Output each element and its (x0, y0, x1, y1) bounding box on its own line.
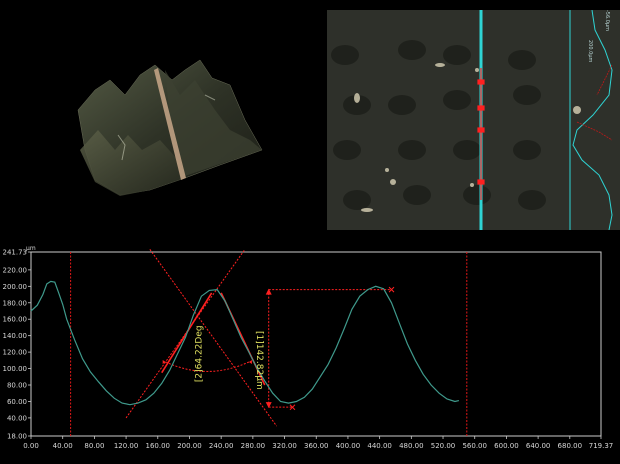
plot-area-frame (30, 251, 602, 437)
x-tick-label: 400.00 (336, 442, 361, 450)
y-tick-label: 18.00 (7, 433, 27, 441)
microscope-texture: 200.0μm -56.0μm (327, 10, 620, 230)
reference-point-mark[interactable] (388, 286, 395, 293)
angle-measurement-label: [2]64.22Deg (194, 325, 204, 382)
y-tick-label: 120.00 (3, 349, 28, 357)
y-tick-label: 100.00 (3, 365, 28, 373)
x-axis-ticks: 0.00 40.00 80.00 120.00 160.00 200.00 240.00 28… (23, 436, 613, 450)
microscope-image-view[interactable]: 200.0μm -56.0μm (327, 10, 620, 230)
y-tick-label: 180.00 (3, 299, 28, 307)
x-tick-label: 0.00 (23, 442, 39, 450)
profile-chart-panel[interactable]: μm 241.73 220.00 200.00 180.00 160.00 140.00 1… (0, 242, 620, 464)
x-tick-label: 360.00 (304, 442, 329, 450)
profile-strip-max-label: 200.0μm (587, 40, 593, 62)
x-tick-label: 680.00 (558, 442, 583, 450)
y-tick-label: 80.00 (7, 382, 27, 390)
height-arrow-top (265, 288, 272, 295)
y-tick-label: 160.00 (3, 316, 28, 324)
y-axis-ticks: 241.73 220.00 200.00 180.00 160.00 140.00 120.… (3, 249, 31, 441)
angle-arrow-right (248, 359, 252, 364)
x-tick-label: 560.00 (462, 442, 487, 450)
x-tick-label: 600.00 (494, 442, 519, 450)
y-tick-label: 200.00 (3, 283, 28, 291)
height-measurement-label: [1]142.82μm (254, 331, 264, 390)
y-tick-label: 220.00 (3, 266, 28, 274)
x-tick-label: 80.00 (84, 442, 104, 450)
y-tick-label: 60.00 (7, 398, 27, 406)
x-tick-label: 160.00 (146, 442, 171, 450)
y-tick-label: 40.00 (7, 414, 27, 422)
x-tick-label: 240.00 (209, 442, 234, 450)
3d-surface-view[interactable] (0, 0, 323, 230)
height-arrow-bottom (265, 402, 272, 409)
x-tick-label: 200.00 (177, 442, 202, 450)
x-tick-label: 40.00 (53, 442, 73, 450)
x-tick-label: 120.00 (114, 442, 139, 450)
y-tick-label: 140.00 (3, 332, 28, 340)
profile-strip-min-label: -56.0μm (604, 10, 610, 31)
x-tick-label: 280.00 (241, 442, 266, 450)
reference-points (289, 286, 395, 411)
x-tick-label: 520.00 (431, 442, 456, 450)
profile-chart[interactable]: μm 241.73 220.00 200.00 180.00 160.00 140.00 1… (0, 242, 620, 464)
3d-surface-render (77, 59, 263, 196)
x-tick-label: 320.00 (272, 442, 297, 450)
x-tick-label: 480.00 (399, 442, 424, 450)
x-tick-label: 640.00 (526, 442, 551, 450)
x-tick-label: 440.00 (367, 442, 392, 450)
y-tick-label: 241.73 (3, 249, 28, 257)
y-unit-label: μm (26, 245, 36, 252)
x-tick-label: 719.37 (589, 442, 614, 450)
